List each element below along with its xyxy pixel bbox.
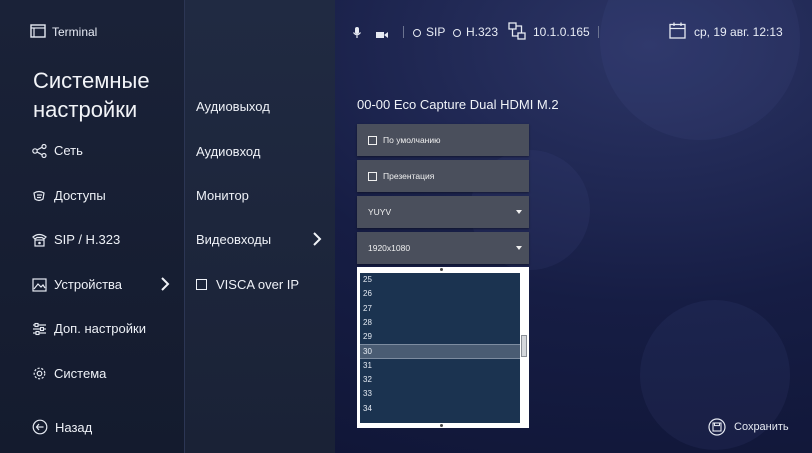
visca-label: VISCA over IP [216,277,300,292]
microphone-icon[interactable] [352,26,362,44]
page-title: Системные настройки [33,68,150,122]
default-label: По умолчанию [383,135,441,145]
back-button[interactable]: Назад [32,419,92,435]
save-button[interactable]: Сохранить [708,418,789,436]
sidebar-item-access[interactable]: Доступы [32,188,106,203]
default-checkbox[interactable]: По умолчанию [357,124,529,156]
network-icon [508,22,526,45]
sip-status: SIP [413,25,445,39]
list-item[interactable]: 28 [360,316,520,330]
list-item[interactable]: 29 [360,330,520,344]
checkbox-box [368,135,377,145]
terminal-icon [30,24,46,43]
sidebar-item-label: Доступы [54,188,106,203]
save-label: Сохранить [734,421,789,433]
phone-icon [32,233,47,247]
sliders-icon [33,322,46,335]
list-item[interactable]: 25 [360,273,520,287]
submenu-panel [184,0,335,453]
dropdown-caret-icon [516,246,522,250]
sidebar-item-advanced[interactable]: Доп. настройки [32,321,146,336]
divider [403,26,404,38]
datetime: ср, 19 авг. 12:13 [694,25,783,39]
submenu-item-audio-in[interactable]: Аудиовход [196,144,260,159]
chevron-right-icon [312,232,322,251]
status-dot-icon [453,28,461,37]
list-item[interactable]: 34 [360,402,520,416]
fps-options: 25 26 27 28 29 30 31 32 33 34 [360,273,520,423]
scrollbar-thumb[interactable] [521,335,527,357]
scroll-down-indicator [440,424,443,427]
presentation-checkbox[interactable]: Презентация [357,160,529,192]
submenu-item-video-in[interactable]: Видеовходы [196,232,271,247]
checkbox-box [196,279,207,290]
list-item-selected[interactable]: 30 [360,344,520,359]
presentation-label: Презентация [383,171,435,181]
fps-dropdown-list[interactable]: 25 26 27 28 29 30 31 32 33 34 [357,267,529,428]
divider [598,26,599,38]
sidebar-item-label: Сеть [54,143,83,158]
save-icon [708,418,726,436]
sidebar-item-network[interactable]: Сеть [32,143,83,158]
sidebar-item-sip[interactable]: SIP / H.323 [32,232,120,247]
submenu-item-monitor[interactable]: Монитор [196,188,249,203]
back-icon [32,419,48,435]
image-icon [32,277,47,292]
sidebar-item-system[interactable]: Система [32,366,106,381]
calendar-icon [669,22,686,44]
list-item[interactable]: 32 [360,373,520,387]
back-label: Назад [55,419,93,435]
visca-checkbox[interactable]: VISCA over IP [196,277,299,292]
chevron-right-icon [160,277,170,296]
format-select[interactable]: YUYV [357,196,529,228]
ip-address: 10.1.0.165 [533,25,590,39]
resolution-value: 1920x1080 [368,243,411,253]
sidebar-item-label: Система [54,366,107,381]
list-item[interactable]: 27 [360,302,520,316]
gear-icon [33,367,46,380]
submenu-item-audio-out[interactable]: Аудиовыход [196,99,270,114]
sidebar-item-label: Устройства [54,277,123,292]
sidebar-item-label: SIP / H.323 [54,232,121,247]
checkbox-box [368,171,377,181]
list-item[interactable]: 31 [360,359,520,373]
camera-icon[interactable] [376,27,388,45]
list-item[interactable]: 26 [360,287,520,301]
status-dot-icon [413,28,421,37]
h323-status: H.323 [453,25,498,39]
background-decoration [600,0,800,140]
resolution-select[interactable]: 1920x1080 [357,232,529,264]
share-icon [32,143,47,158]
access-icon [33,190,45,201]
sidebar-item-label: Доп. настройки [54,321,146,336]
list-item[interactable]: 33 [360,387,520,401]
device-title: 00-00 Eco Capture Dual HDMI M.2 [357,97,559,112]
dropdown-caret-icon [516,210,522,214]
scroll-up-indicator [440,268,443,271]
app-name: Terminal [52,25,98,39]
format-value: YUYV [368,207,392,217]
sidebar-item-devices[interactable]: Устройства [32,277,122,292]
